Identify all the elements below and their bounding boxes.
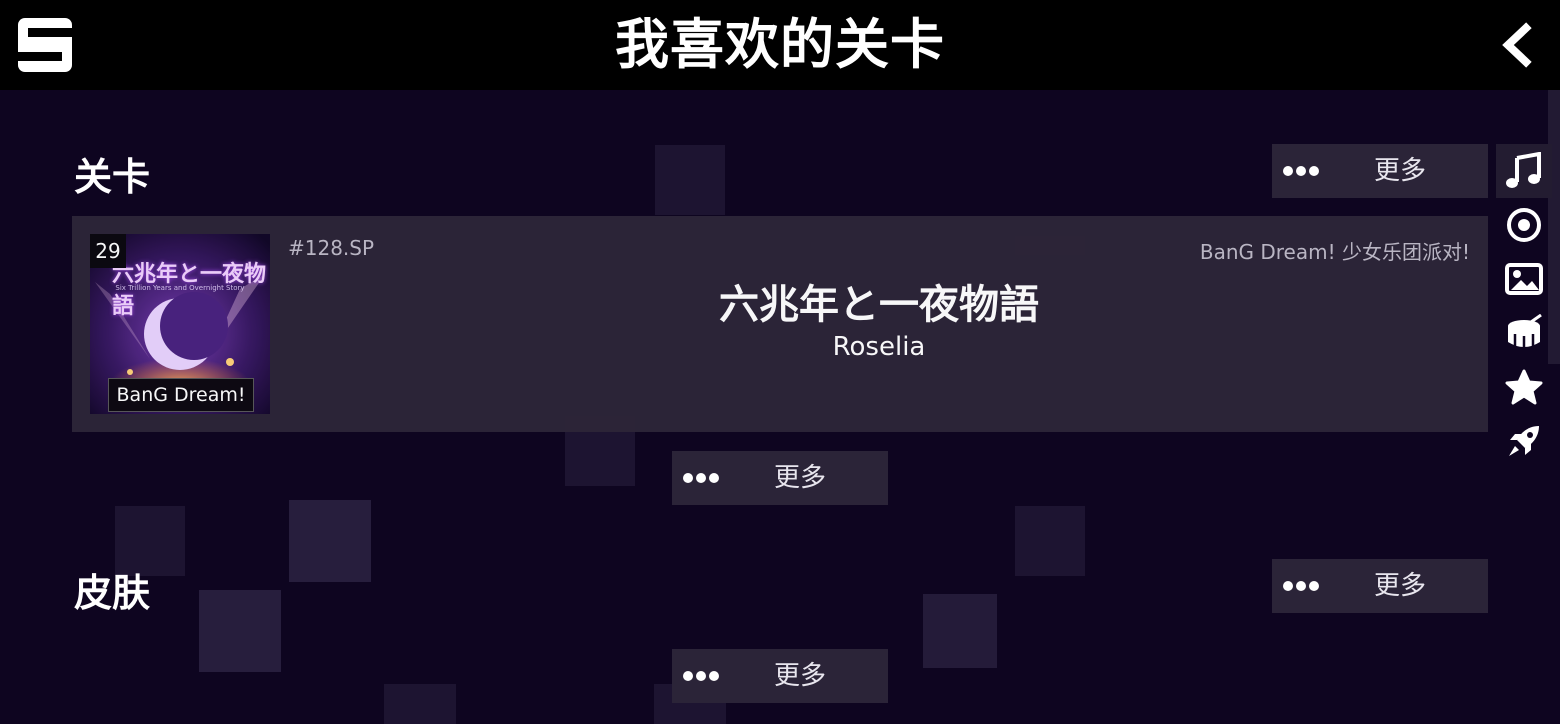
- level-source: BanG Dream! 少女乐团派对!: [1199, 240, 1470, 264]
- levels-more-button[interactable]: 更多: [1272, 144, 1488, 198]
- bg-square: [1015, 506, 1085, 576]
- top-bar: 我喜欢的关卡: [0, 0, 1560, 90]
- section-title-skins: 皮肤: [74, 571, 151, 615]
- more-dots-icon: [1283, 166, 1319, 176]
- bg-square: [655, 145, 725, 215]
- skins-more-button[interactable]: 更多: [1272, 559, 1488, 613]
- disc-icon: [1507, 208, 1541, 242]
- music-note-icon: [1506, 152, 1541, 188]
- skins-bottom-more-button[interactable]: 更多: [672, 649, 888, 703]
- bg-square: [199, 590, 281, 672]
- page-title: 我喜欢的关卡: [615, 13, 945, 76]
- level-title: 六兆年と一夜物語: [719, 282, 1039, 328]
- level-card[interactable]: 六兆年と一夜物語 Six Trillion Years and Overnigh…: [72, 216, 1488, 432]
- side-nav-particles[interactable]: [1496, 360, 1552, 414]
- bg-square: [289, 500, 371, 582]
- more-dots-icon: [1283, 581, 1319, 591]
- more-label: 更多: [1374, 571, 1427, 601]
- back-button[interactable]: [1496, 22, 1536, 68]
- side-nav-effects[interactable]: [1496, 306, 1552, 360]
- chevron-left-icon: [1502, 22, 1532, 68]
- bg-square: [384, 684, 456, 724]
- level-artist: Roselia: [832, 332, 926, 362]
- more-label: 更多: [774, 661, 827, 691]
- bg-square: [923, 594, 997, 668]
- drum-icon: [1508, 314, 1542, 348]
- side-nav-engine[interactable]: [1496, 414, 1552, 468]
- more-dots-icon: [683, 671, 719, 681]
- more-dots-icon: [683, 473, 719, 483]
- star-icon: [1505, 369, 1543, 405]
- side-nav-background[interactable]: [1496, 252, 1552, 306]
- side-nav-disc[interactable]: [1496, 198, 1552, 252]
- more-label: 更多: [774, 463, 827, 493]
- levels-bottom-more-button[interactable]: 更多: [672, 451, 888, 505]
- side-nav-levels[interactable]: [1496, 144, 1552, 198]
- more-label: 更多: [1374, 156, 1427, 186]
- level-id: #128.SP: [288, 236, 375, 260]
- cover-source-label: BanG Dream!: [108, 378, 254, 412]
- image-icon: [1505, 263, 1543, 295]
- rocket-icon: [1509, 426, 1539, 456]
- level-difficulty-badge: 29: [90, 234, 126, 268]
- section-title-levels: 关卡: [74, 155, 151, 199]
